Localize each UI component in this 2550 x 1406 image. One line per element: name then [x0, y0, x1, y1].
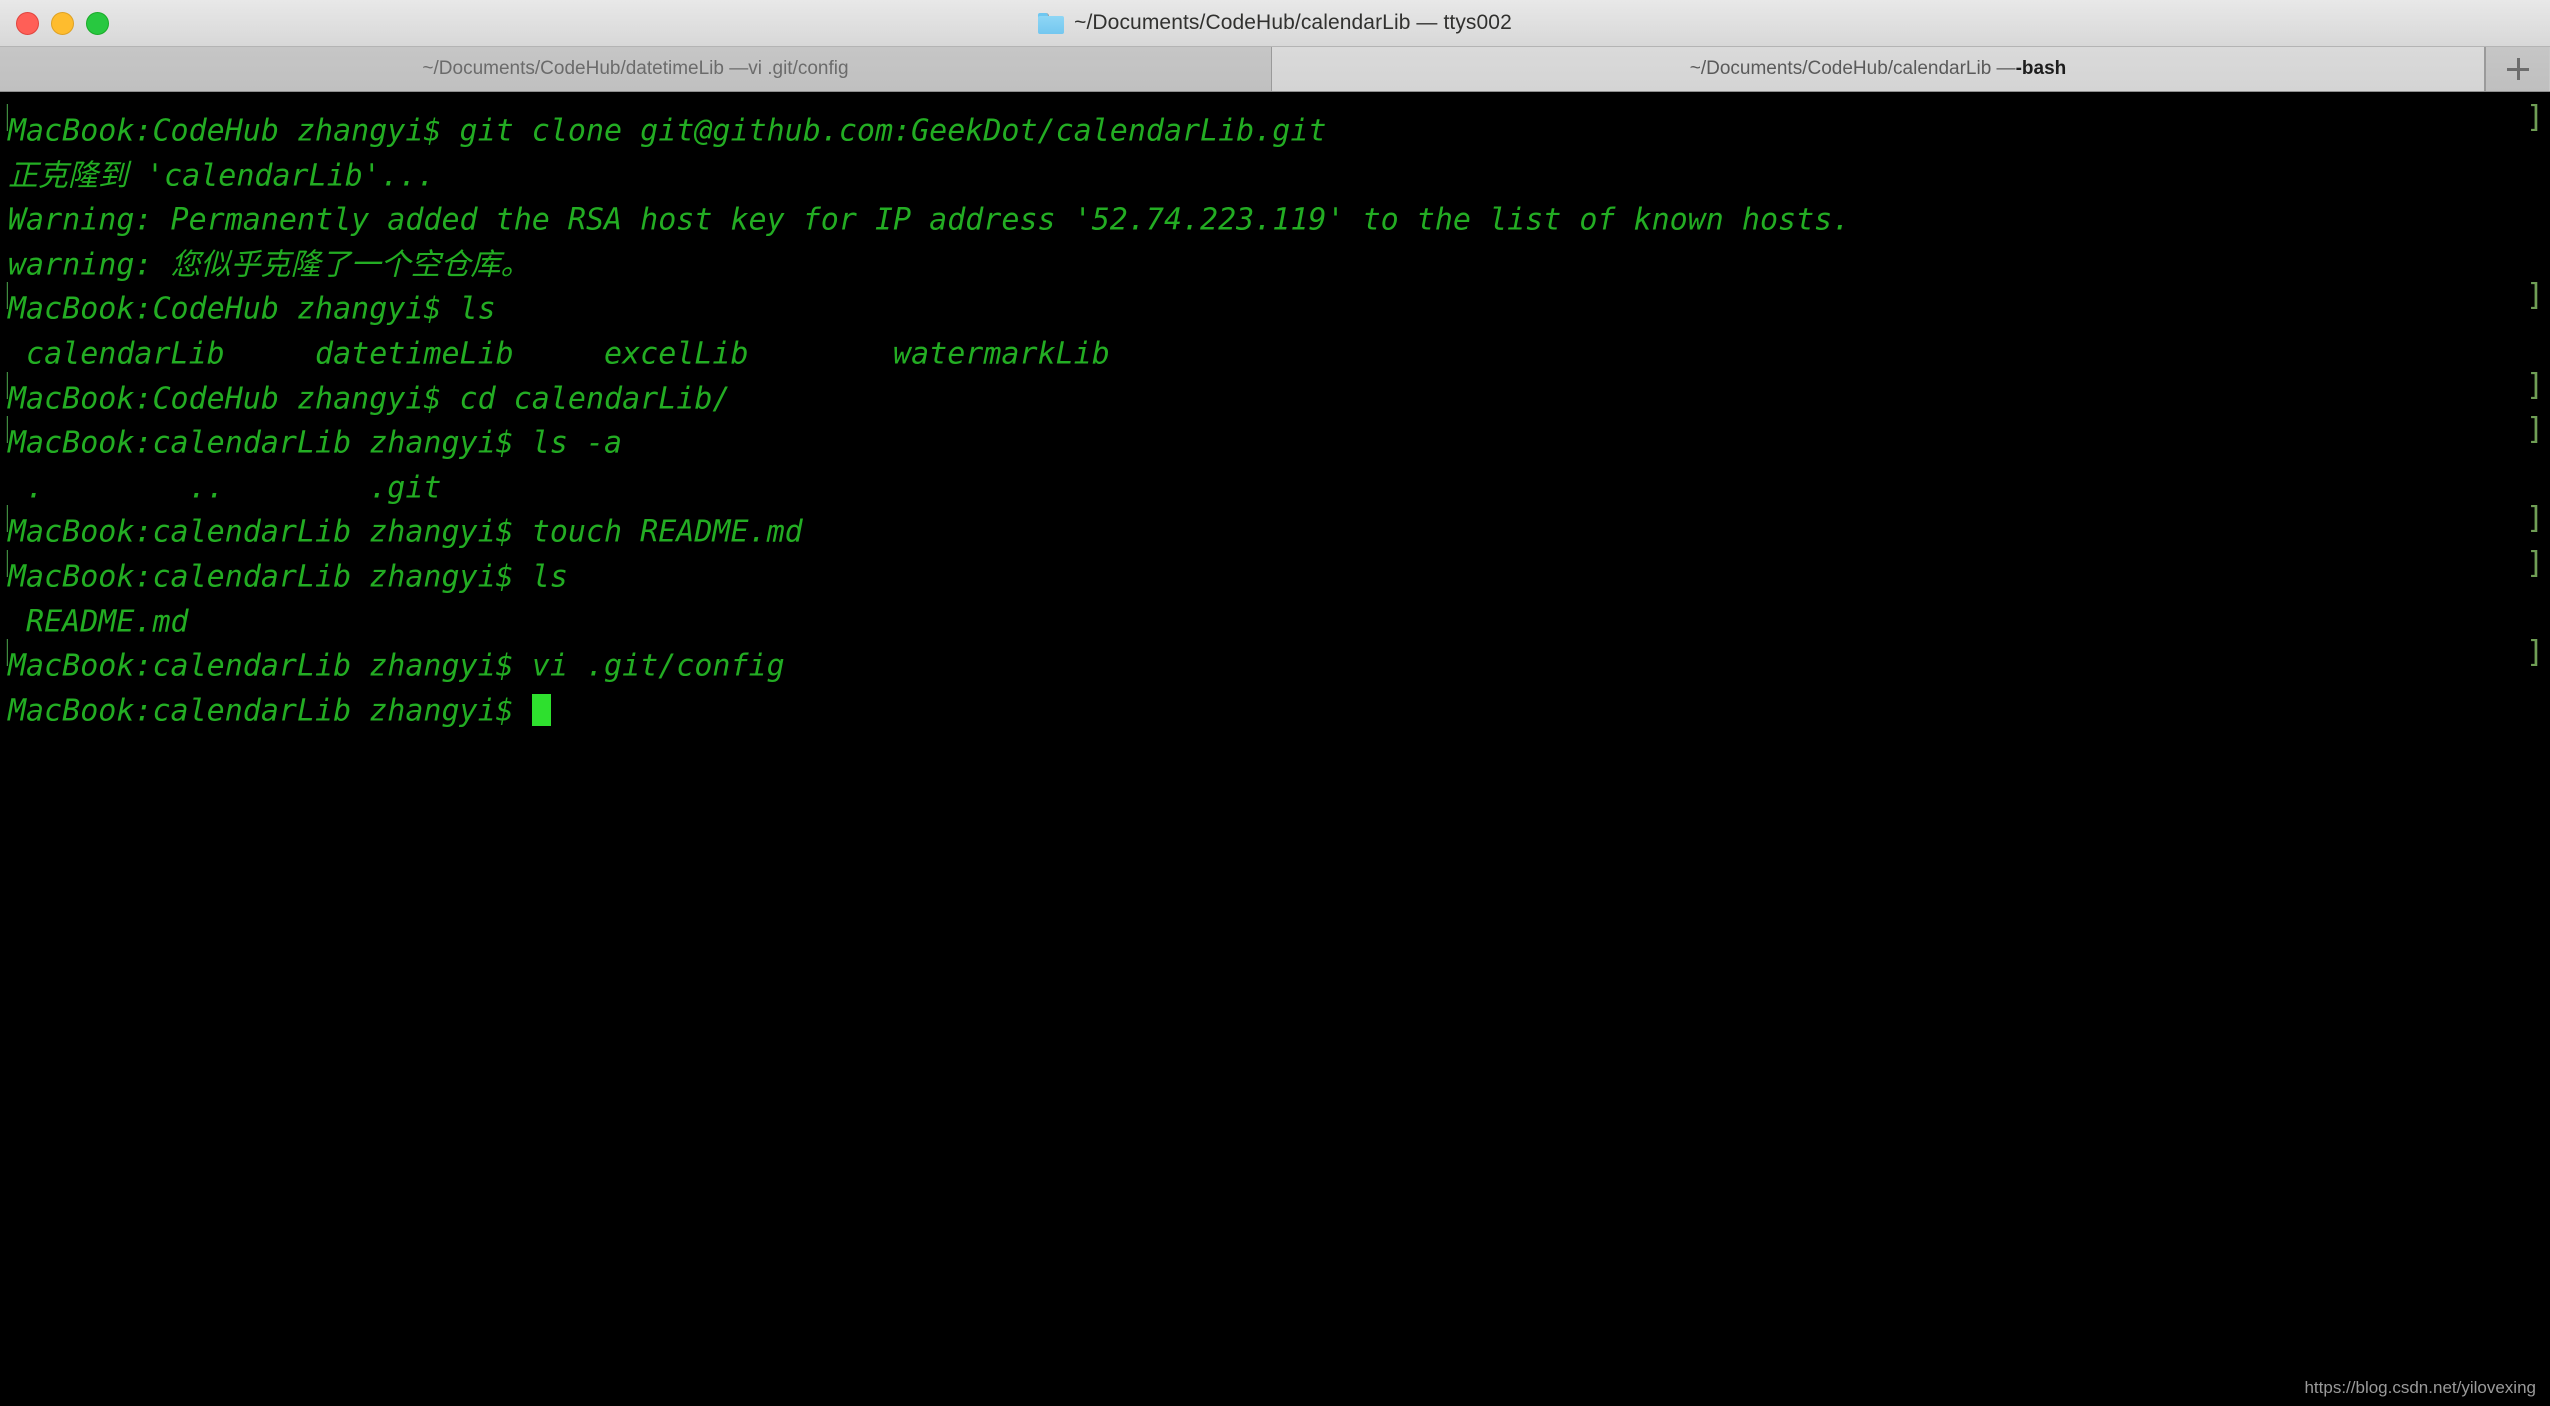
tab-bar: ~/Documents/CodeHub/datetimeLib — vi .gi…	[0, 47, 2550, 92]
new-tab-button[interactable]	[2485, 47, 2549, 91]
tab-calendarlib[interactable]: ~/Documents/CodeHub/calendarLib — -bash	[1272, 47, 2485, 91]
prompt-mark-start	[0, 319, 8, 364]
terminal-line: [MacBook:calendarLib zhangyi$ ls -a]	[0, 408, 2550, 461]
prompt-mark-end: ]	[2525, 545, 2544, 581]
close-window-button[interactable]	[16, 11, 39, 35]
prompt-mark-start	[0, 141, 8, 186]
prompt-mark-start: [	[0, 274, 8, 319]
prompt-mark-start: [	[0, 96, 8, 141]
prompt-mark-start	[0, 230, 8, 275]
terminal-line-text: MacBook:calendarLib zhangyi$	[8, 693, 532, 729]
terminal-line: 正克隆到 'calendarLib'...	[0, 141, 2550, 193]
prompt-mark-end: ]	[2525, 635, 2544, 671]
terminal-line: [MacBook:calendarLib zhangyi$ vi .git/co…	[0, 631, 2550, 684]
terminal-line: MacBook:calendarLib zhangyi$	[0, 676, 2550, 728]
prompt-mark-start: [	[0, 542, 8, 587]
terminal-line-list: [MacBook:CodeHub zhangyi$ git clone git@…	[0, 96, 2550, 728]
terminal-line: [MacBook:calendarLib zhangyi$ ls]	[0, 542, 2550, 595]
traffic-light-group	[16, 0, 109, 46]
tab-datetimelib-path: ~/Documents/CodeHub/datetimeLib —	[422, 58, 749, 79]
maximize-window-button[interactable]	[86, 11, 109, 35]
terminal-line: README.md	[0, 587, 2550, 639]
terminal-output-area[interactable]: [MacBook:CodeHub zhangyi$ git clone git@…	[0, 92, 2550, 1406]
terminal-window: ~/Documents/CodeHub/calendarLib — ttys00…	[0, 0, 2550, 1406]
prompt-mark-end: ]	[2525, 367, 2544, 403]
title-center-group: ~/Documents/CodeHub/calendarLib — ttys00…	[0, 0, 2550, 46]
tab-calendarlib-path: ~/Documents/CodeHub/calendarLib —	[1689, 58, 2016, 79]
tab-datetimelib-process: vi .git/config	[748, 58, 849, 79]
title-bar: ~/Documents/CodeHub/calendarLib — ttys00…	[0, 0, 2550, 47]
terminal-line: [MacBook:calendarLib zhangyi$ touch READ…	[0, 497, 2550, 550]
prompt-mark-end: ]	[2525, 100, 2544, 135]
text-cursor	[531, 694, 551, 727]
terminal-line: . .. .git	[0, 453, 2550, 505]
prompt-mark-end: ]	[2525, 278, 2544, 314]
terminal-line: warning: 您似乎克隆了一个空仓库。	[0, 230, 2550, 282]
prompt-mark-start	[0, 185, 8, 230]
minimize-window-button[interactable]	[51, 11, 74, 35]
prompt-mark-start	[0, 587, 8, 632]
watermark-text: https://blog.csdn.net/yilovexing	[2304, 1378, 2536, 1397]
prompt-mark-end: ]	[2525, 412, 2544, 448]
terminal-line: Warning: Permanently added the RSA host …	[0, 185, 2550, 238]
prompt-mark-start: [	[0, 408, 8, 453]
prompt-mark-start: [	[0, 497, 8, 542]
folder-icon	[1038, 12, 1065, 34]
terminal-line: [MacBook:CodeHub zhangyi$ ls]	[0, 274, 2550, 327]
prompt-mark-start	[0, 676, 8, 721]
plus-icon	[2506, 58, 2529, 80]
prompt-mark-start: [	[0, 364, 8, 409]
prompt-mark-start	[0, 453, 8, 498]
tab-datetimelib[interactable]: ~/Documents/CodeHub/datetimeLib — vi .gi…	[0, 47, 1272, 91]
terminal-line: calendarLib datetimeLib excelLib waterma…	[0, 319, 2550, 372]
tab-calendarlib-process: -bash	[2015, 58, 2067, 79]
prompt-mark-end: ]	[2525, 501, 2544, 537]
window-title: ~/Documents/CodeHub/calendarLib — ttys00…	[1074, 11, 1512, 34]
terminal-line: [MacBook:CodeHub zhangyi$ cd calendarLib…	[0, 364, 2550, 417]
prompt-mark-start: [	[0, 631, 8, 676]
terminal-line: [MacBook:CodeHub zhangyi$ git clone git@…	[0, 96, 2550, 149]
